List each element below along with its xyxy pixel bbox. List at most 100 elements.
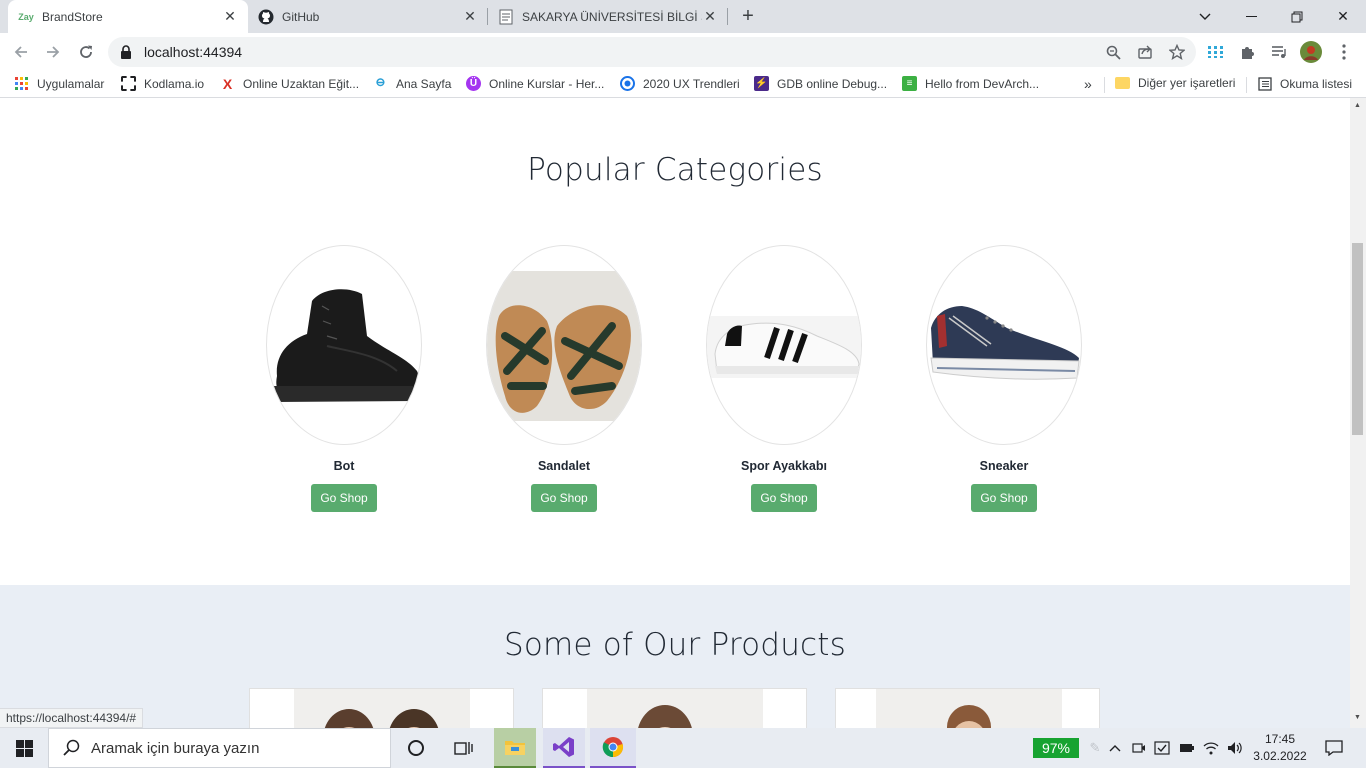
- apps-grid-icon: [14, 76, 29, 91]
- close-tab-icon[interactable]: ✕: [702, 8, 718, 25]
- menu-kebab-icon[interactable]: [1333, 41, 1355, 63]
- category-image-spor[interactable]: [706, 245, 862, 445]
- folder-icon: [1115, 77, 1130, 89]
- chrome-icon[interactable]: [590, 728, 636, 768]
- volume-icon[interactable]: [1226, 738, 1244, 758]
- go-shop-button[interactable]: Go Shop: [531, 484, 597, 512]
- bookmark-other-folder[interactable]: Diğer yer işaretleri: [1115, 76, 1235, 90]
- bookmark-anasayfa[interactable]: ⴱ Ana Sayfa: [373, 76, 451, 91]
- tab-title: BrandStore: [42, 9, 103, 24]
- reload-icon[interactable]: [75, 41, 97, 63]
- security-tray-icon[interactable]: [1153, 738, 1171, 758]
- categories-title: Popular Categories: [527, 152, 823, 188]
- task-view-icon[interactable]: [440, 728, 488, 768]
- bookmarks-divider: [1104, 77, 1105, 93]
- bookmark-label: Online Uzaktan Eğit...: [243, 76, 360, 91]
- bookmark-uzaktan[interactable]: X Online Uzaktan Eğit...: [220, 75, 360, 92]
- search-placeholder: Aramak için buraya yazın: [91, 739, 260, 757]
- file-explorer-icon[interactable]: [494, 728, 536, 768]
- bookmark-star-icon[interactable]: [1168, 43, 1186, 61]
- show-hidden-icons-chevron-icon[interactable]: [1106, 738, 1124, 758]
- bookmark-kurslar[interactable]: Ü Online Kurslar - Her...: [466, 76, 604, 91]
- bookmark-devarch[interactable]: ≡ Hello from DevArch...: [902, 76, 1039, 91]
- bookmark-label: Ana Sayfa: [396, 76, 452, 91]
- pen-icon[interactable]: ✎: [1086, 738, 1104, 758]
- page-content: Popular Categories Bot Go Shop Sandalet …: [0, 111, 1350, 728]
- product-card[interactable]: [835, 688, 1100, 728]
- taskbar-search-input[interactable]: Aramak için buraya yazın: [48, 728, 391, 768]
- category-card-spor: Spor Ayakkabı Go Shop: [699, 245, 869, 512]
- taskbar-clock[interactable]: 17:45 3.02.2022: [1248, 731, 1312, 765]
- bookmarks-overflow-button[interactable]: »: [1084, 76, 1092, 92]
- tab-strip: Zay BrandStore ✕ GitHub ✕ SAKARYA ÜNİVER…: [0, 0, 1366, 33]
- product-image: [876, 689, 1062, 728]
- new-tab-button[interactable]: +: [737, 6, 759, 28]
- bookmark-label: Hello from DevArch...: [925, 76, 1040, 91]
- bookmark-apps[interactable]: Uygulamalar: [14, 76, 104, 91]
- tab-brandstore[interactable]: Zay BrandStore ✕: [8, 0, 248, 33]
- extension-grid-icon[interactable]: [1205, 41, 1227, 63]
- address-bar[interactable]: localhost:44394: [108, 37, 1196, 67]
- leaf-icon: ⴱ: [376, 78, 385, 89]
- bookmark-kodlama[interactable]: Kodlama.io: [121, 76, 204, 91]
- scroll-down-icon[interactable]: ▼: [1354, 714, 1362, 721]
- forward-icon[interactable]: [42, 41, 64, 63]
- bookmark-label: Online Kurslar - Her...: [489, 76, 605, 91]
- product-card[interactable]: [249, 688, 514, 728]
- reading-list-icon: [1257, 76, 1272, 91]
- udemy-icon: Ü: [466, 76, 481, 91]
- page-scrollbar[interactable]: ▲ ▼: [1350, 98, 1366, 728]
- products-title: Some of Our Products: [503, 627, 846, 663]
- battery-status[interactable]: 97%: [1033, 738, 1079, 758]
- product-card[interactable]: [542, 688, 807, 728]
- visual-studio-icon[interactable]: [543, 728, 585, 768]
- zoom-icon[interactable]: [1104, 43, 1122, 61]
- bookmark-gdb[interactable]: ⚡ GDB online Debug...: [754, 76, 887, 91]
- category-image-bot[interactable]: [266, 245, 422, 445]
- scroll-up-icon[interactable]: ▲: [1354, 102, 1362, 109]
- product-image: [294, 689, 470, 728]
- back-icon[interactable]: [10, 41, 32, 63]
- share-icon[interactable]: [1136, 43, 1154, 61]
- cortana-icon[interactable]: [392, 728, 440, 768]
- media-queue-icon[interactable]: [1268, 41, 1290, 63]
- tab-separator: [727, 8, 728, 25]
- go-shop-button[interactable]: Go Shop: [971, 484, 1037, 512]
- restore-icon[interactable]: [1274, 0, 1320, 33]
- minimize-icon[interactable]: [1228, 0, 1274, 33]
- tab-title: GitHub: [282, 9, 320, 24]
- go-shop-button[interactable]: Go Shop: [751, 484, 817, 512]
- bookmark-label: Diğer yer işaretleri: [1138, 76, 1236, 90]
- tab-search-icon[interactable]: [1182, 0, 1228, 33]
- extensions-puzzle-icon[interactable]: [1237, 41, 1259, 63]
- wifi-icon[interactable]: [1202, 738, 1220, 758]
- close-tab-icon[interactable]: ✕: [462, 8, 478, 25]
- scrollbar-thumb[interactable]: [1352, 243, 1363, 435]
- category-image-sneaker[interactable]: [926, 245, 1082, 445]
- category-name: Bot: [333, 459, 355, 473]
- category-image-sandalet[interactable]: [486, 245, 642, 445]
- bookmark-label: Uygulamalar: [37, 76, 105, 91]
- meet-camera-icon[interactable]: [1130, 738, 1148, 758]
- battery-tray-icon[interactable]: [1178, 738, 1196, 758]
- clock-time: 17:45: [1264, 732, 1296, 746]
- windows-start-icon[interactable]: [0, 728, 48, 768]
- notifications-icon[interactable]: [1324, 738, 1344, 758]
- bookmark-ux[interactable]: 2020 UX Trendleri: [620, 76, 740, 91]
- close-window-icon[interactable]: ✕: [1320, 0, 1366, 33]
- doc-icon: [498, 9, 514, 25]
- profile-avatar[interactable]: [1300, 41, 1322, 63]
- tab-sakarya[interactable]: SAKARYA ÜNİVERSİTESİ BİLGİ SİS ✕: [488, 0, 728, 33]
- kodlama-icon: [121, 76, 136, 91]
- lock-icon[interactable]: [120, 45, 134, 59]
- link-status-bar: https://localhost:44394/#: [0, 708, 144, 728]
- bookmark-label: Okuma listesi: [1280, 76, 1353, 91]
- bookmarks-divider: [1246, 77, 1247, 93]
- close-tab-icon[interactable]: ✕: [222, 8, 238, 25]
- x-logo-icon: X: [222, 75, 233, 92]
- url-text: localhost:44394: [144, 44, 243, 60]
- tab-github[interactable]: GitHub ✕: [248, 0, 488, 33]
- product-image: [587, 689, 763, 728]
- go-shop-button[interactable]: Go Shop: [311, 484, 377, 512]
- reading-list-button[interactable]: Okuma listesi: [1257, 76, 1352, 91]
